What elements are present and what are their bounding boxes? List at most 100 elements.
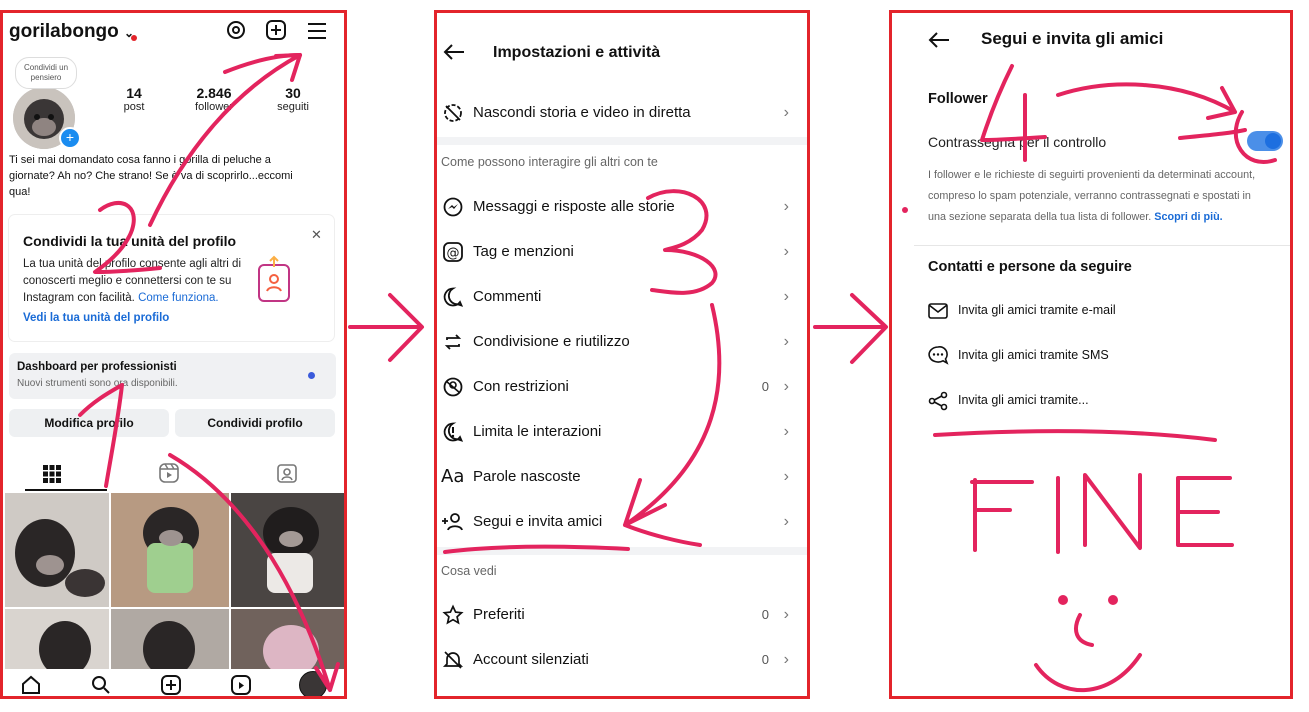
star-icon bbox=[442, 604, 464, 630]
flag-toggle-label: Contrassegna per il controllo bbox=[928, 134, 1107, 150]
settings-row-hidden-words[interactable]: Aa Parole nascoste › bbox=[437, 455, 807, 499]
arrow-right-icon bbox=[348, 293, 424, 362]
section-contacts: Contatti e persone da seguire bbox=[928, 259, 1132, 275]
grid-icon[interactable] bbox=[43, 465, 61, 488]
arrow-right-icon bbox=[813, 293, 888, 364]
chevron-right-icon: › bbox=[783, 423, 789, 440]
reels-tab-icon[interactable] bbox=[159, 463, 179, 488]
profile-card-promo: Condividi la tua unità del profilo ✕ La … bbox=[9, 215, 334, 341]
text-aa-icon: Aa bbox=[441, 466, 465, 487]
messenger-icon bbox=[443, 197, 463, 222]
search-icon[interactable] bbox=[91, 675, 111, 696]
professional-dashboard[interactable]: Dashboard per professionisti Nuovi strum… bbox=[9, 353, 336, 399]
row-label: Account silenziati bbox=[473, 651, 589, 668]
learn-more-link[interactable]: Scopri di più. bbox=[1154, 211, 1222, 223]
card-text: La tua unità del profilo consente agli a… bbox=[23, 258, 242, 304]
row-label: Con restrizioni bbox=[473, 378, 569, 395]
divider bbox=[914, 245, 1290, 246]
row-label: Tag e menzioni bbox=[473, 243, 574, 260]
chevron-right-icon: › bbox=[783, 468, 789, 485]
stat-following[interactable]: 30 seguiti bbox=[258, 85, 328, 113]
sms-icon bbox=[928, 346, 949, 367]
new-dot bbox=[308, 372, 315, 379]
settings-row-favorites[interactable]: Preferiti 0 › bbox=[437, 593, 807, 637]
post-thumbnail[interactable] bbox=[5, 609, 109, 677]
how-it-works-link[interactable]: Come funziona. bbox=[138, 292, 219, 304]
chevron-right-icon: › bbox=[783, 333, 789, 350]
settings-row-comments[interactable]: Commenti › bbox=[437, 275, 807, 319]
profile-panel: gorilabongo ⌄ + Condividi un pensiero 14… bbox=[0, 10, 347, 699]
settings-row-restricted[interactable]: Con restrizioni 0 › bbox=[437, 365, 807, 409]
invite-label: Invita gli amici tramite SMS bbox=[958, 348, 1109, 362]
svg-text:@: @ bbox=[447, 246, 460, 261]
settings-row-sharing[interactable]: Condivisione e riutilizzo › bbox=[437, 320, 807, 364]
row-label: Nascondi storia e video in diretta bbox=[473, 104, 691, 121]
view-profile-card-link[interactable]: Vedi la tua unità del profilo bbox=[23, 312, 169, 324]
back-arrow-icon[interactable] bbox=[928, 31, 950, 54]
hide-story-icon bbox=[443, 103, 463, 128]
row-label: Limita le interazioni bbox=[473, 423, 602, 440]
section-title: Cosa vedi bbox=[441, 564, 497, 578]
chevron-right-icon: › bbox=[783, 513, 789, 530]
flag-description: I follower e le richieste di seguirti pr… bbox=[928, 169, 1256, 223]
invite-label: Invita gli amici tramite... bbox=[958, 393, 1089, 407]
at-sign-icon: @ bbox=[443, 242, 463, 267]
mail-icon bbox=[928, 303, 948, 322]
close-icon[interactable]: ✕ bbox=[311, 227, 322, 243]
card-title: Condividi la tua unità del profilo bbox=[23, 233, 237, 249]
muted-bell-icon bbox=[442, 650, 464, 675]
settings-row-messages[interactable]: Messaggi e risposte alle storie › bbox=[437, 185, 807, 229]
post-thumbnail[interactable] bbox=[231, 493, 344, 607]
add-story-icon[interactable]: + bbox=[59, 127, 81, 149]
section-follower: Follower bbox=[928, 91, 988, 107]
create-icon[interactable] bbox=[265, 19, 287, 46]
settings-row-limit[interactable]: Limita le interazioni › bbox=[437, 410, 807, 454]
row-count: 0 bbox=[761, 607, 769, 622]
page-title: Impostazioni e attività bbox=[493, 44, 661, 61]
settings-row-tags[interactable]: @ Tag e menzioni › bbox=[437, 230, 807, 274]
row-label: Preferiti bbox=[473, 606, 525, 623]
settings-panel: Impostazioni e attività Nascondi storia … bbox=[434, 10, 810, 699]
tagged-tab-icon[interactable] bbox=[277, 463, 297, 488]
chevron-right-icon: › bbox=[783, 198, 789, 215]
repost-icon bbox=[443, 332, 463, 357]
chevron-right-icon: › bbox=[783, 104, 789, 121]
toggle-knob bbox=[1265, 133, 1281, 149]
profile-avatar-icon[interactable] bbox=[299, 671, 327, 696]
dashboard-subtitle: Nuovi strumenti sono ora disponibili. bbox=[17, 378, 178, 389]
row-label: Commenti bbox=[473, 288, 542, 305]
username[interactable]: gorilabongo ⌄ bbox=[9, 21, 134, 43]
share-icon bbox=[928, 391, 948, 414]
settings-row-muted[interactable]: Account silenziati 0 › bbox=[437, 638, 807, 682]
row-label: Parole nascoste bbox=[473, 468, 581, 485]
post-thumbnail[interactable] bbox=[231, 609, 344, 677]
stat-posts[interactable]: 14 post bbox=[99, 85, 169, 113]
back-arrow-icon[interactable] bbox=[443, 43, 465, 66]
threads-icon[interactable] bbox=[225, 19, 247, 46]
stat-followers[interactable]: 2.846 follower bbox=[179, 85, 249, 113]
post-thumbnail[interactable] bbox=[111, 493, 229, 607]
add-person-icon bbox=[441, 512, 463, 537]
reels-icon[interactable] bbox=[231, 675, 251, 696]
post-thumbnail[interactable] bbox=[111, 609, 229, 677]
chevron-right-icon: › bbox=[783, 606, 789, 623]
chevron-right-icon: › bbox=[783, 243, 789, 260]
settings-row-follow-invite[interactable]: Segui e invita amici › bbox=[437, 500, 807, 544]
alert-icon bbox=[443, 422, 464, 447]
comment-icon bbox=[443, 287, 464, 312]
menu-icon[interactable] bbox=[306, 21, 328, 46]
dashboard-title: Dashboard per professionisti bbox=[17, 361, 177, 373]
chevron-right-icon: › bbox=[783, 378, 789, 395]
flag-review-toggle[interactable] bbox=[1247, 131, 1283, 151]
thought-bubble[interactable]: Condividi un pensiero bbox=[15, 57, 77, 89]
share-profile-button[interactable]: Condividi profilo bbox=[175, 409, 335, 437]
edit-profile-button[interactable]: Modifica profilo bbox=[9, 409, 169, 437]
active-tab-indicator bbox=[25, 489, 107, 491]
post-thumbnail[interactable] bbox=[5, 493, 109, 607]
bottom-navigation bbox=[3, 669, 344, 696]
settings-row-hide-story[interactable]: Nascondi storia e video in diretta › bbox=[437, 91, 807, 135]
follow-invite-panel: Segui e invita gli amici Follower Contra… bbox=[889, 10, 1293, 699]
bio: Ti sei mai domandato cosa fanno i gorill… bbox=[9, 154, 293, 198]
home-icon[interactable] bbox=[21, 675, 41, 696]
new-post-icon[interactable] bbox=[161, 675, 181, 696]
